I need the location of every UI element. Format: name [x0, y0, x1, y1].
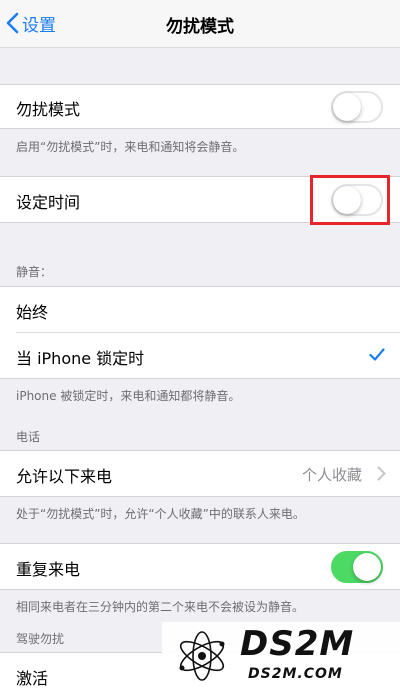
scheduled-label: 设定时间 — [16, 193, 81, 212]
separator — [0, 496, 400, 497]
watermark-domain: DS2M.COM — [248, 666, 343, 682]
silence-option-locked[interactable]: 当 iPhone 锁定时 — [0, 333, 400, 378]
activate-label: 激活 — [16, 669, 49, 688]
watermark-brand: DS2M — [240, 624, 355, 664]
silence-option-always[interactable]: 始终 — [0, 287, 400, 332]
separator — [0, 128, 400, 129]
repeated-footer: 相同来电者在三分钟内的第二个来电不会被设为静音。 — [16, 600, 305, 614]
chevron-right-icon — [377, 466, 386, 481]
navigation-bar: 设置 勿扰模式 — [0, 0, 400, 48]
page-title: 勿扰模式 — [166, 17, 234, 37]
silence-group: 始终 当 iPhone 锁定时 — [0, 287, 400, 378]
allow-calls-value: 个人收藏 — [301, 466, 362, 484]
watermark: DS2M DS2M.COM — [162, 622, 400, 689]
phone-header: 电话 — [16, 430, 41, 444]
dnd-footer: 启用“勿扰模式”时，来电和通知将会静音。 — [16, 140, 245, 154]
highlight-box — [310, 175, 390, 225]
silence-header: 静音： — [16, 265, 53, 279]
dnd-cell: 勿扰模式 — [0, 85, 400, 128]
separator — [0, 589, 400, 590]
repeated-calls-toggle[interactable] — [331, 551, 383, 583]
option-label: 始终 — [16, 303, 49, 322]
allow-calls-label: 允许以下来电 — [16, 467, 113, 486]
checkmark-icon — [369, 348, 385, 361]
driving-header: 驾驶勿扰 — [16, 632, 65, 646]
toggle-knob — [333, 93, 361, 121]
repeated-calls-cell: 重复来电 — [0, 544, 400, 589]
separator — [0, 378, 400, 379]
phone-footer: 处于“勿扰模式”时，允许“个人收藏”中的联系人来电。 — [16, 507, 305, 521]
option-label: 当 iPhone 锁定时 — [16, 349, 145, 368]
atom-logo-icon — [179, 631, 225, 681]
dnd-label: 勿扰模式 — [16, 100, 81, 119]
toggle-knob — [353, 553, 381, 581]
allow-calls-cell[interactable]: 允许以下来电 个人收藏 — [0, 451, 400, 496]
repeated-calls-label: 重复来电 — [16, 560, 81, 579]
dnd-toggle[interactable] — [331, 91, 383, 123]
silence-footer: iPhone 被锁定时，来电和通知都将静音。 — [16, 389, 241, 403]
